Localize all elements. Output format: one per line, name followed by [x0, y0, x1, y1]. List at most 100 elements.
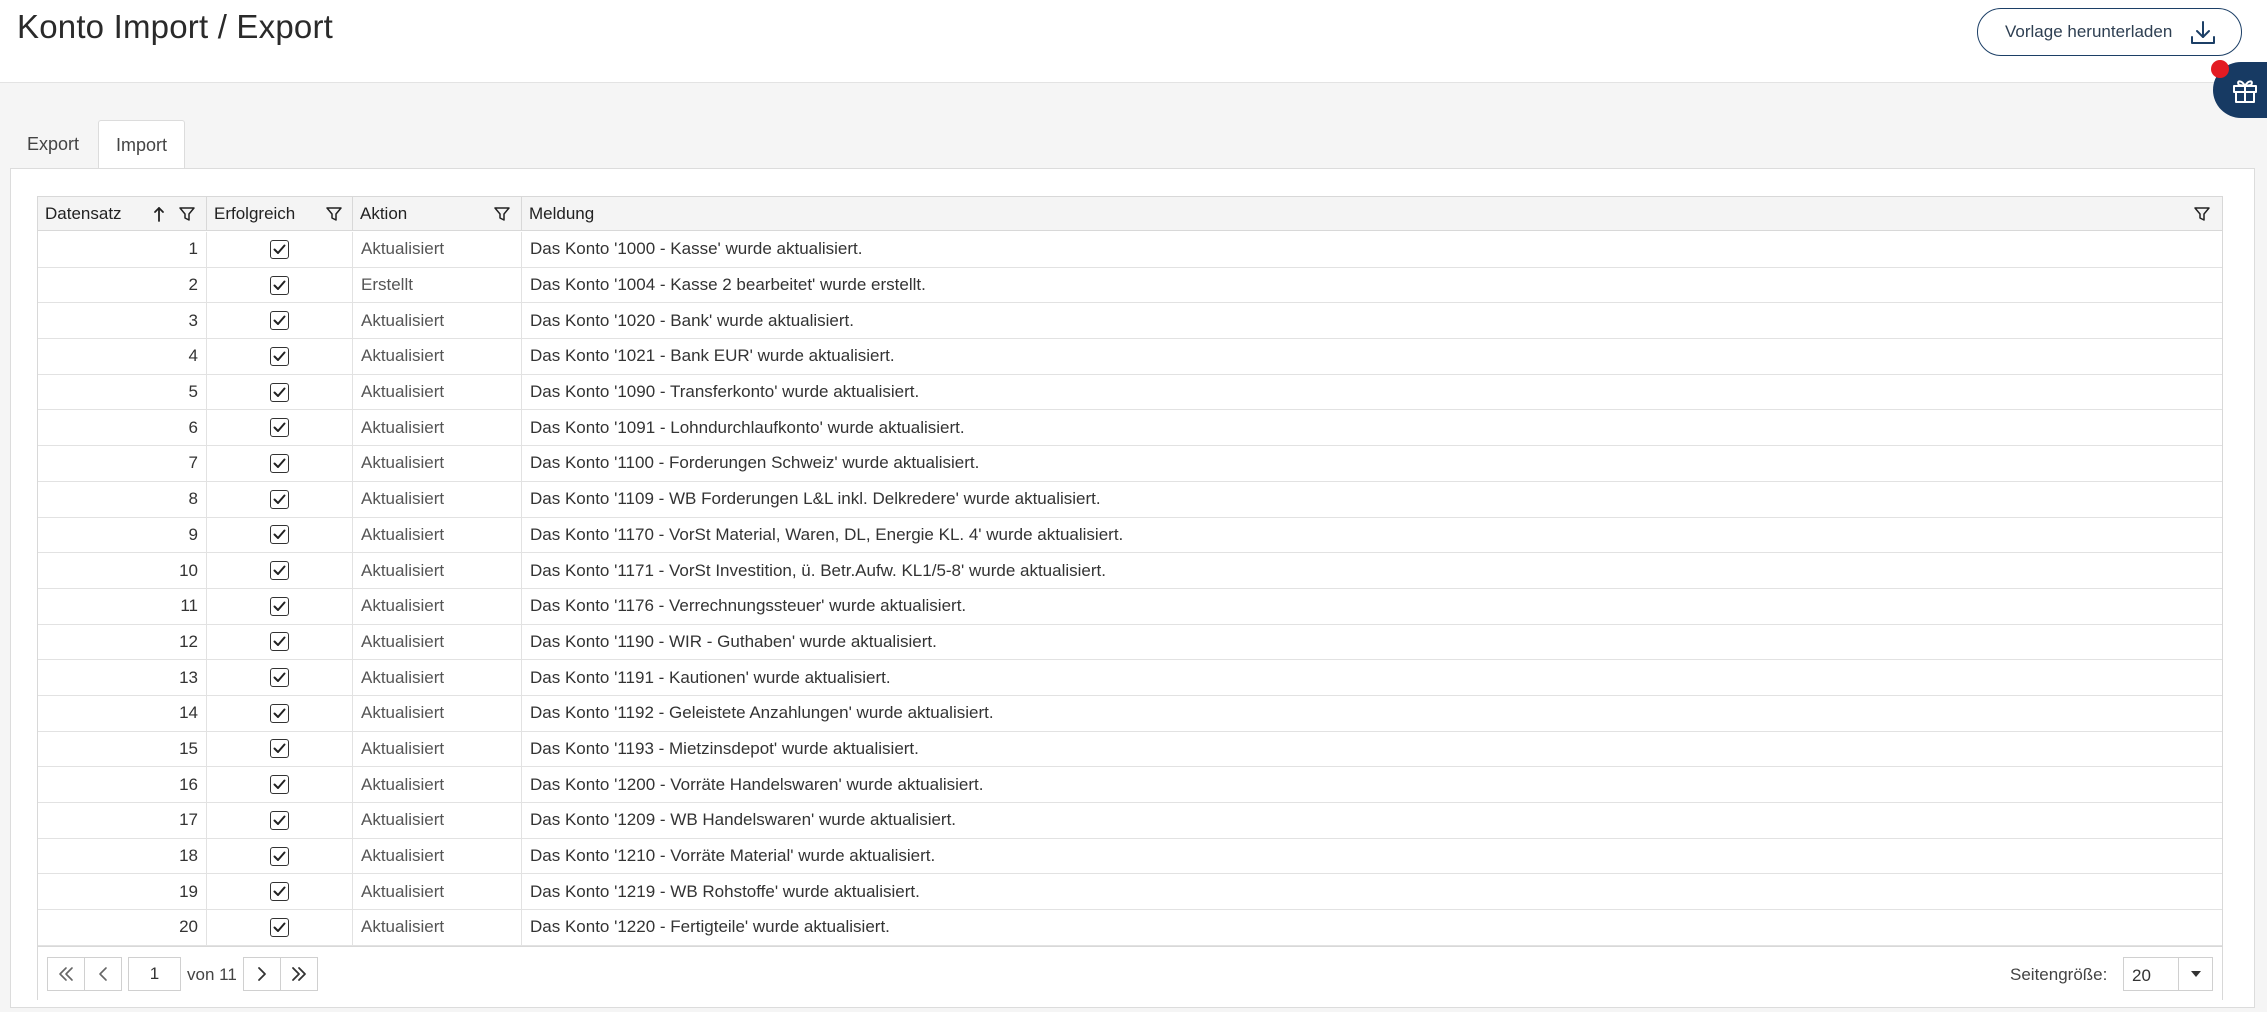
success-checkbox[interactable] [270, 739, 289, 759]
meldung-cell: Das Konto '1219 - WB Rohstoffe' wurde ak… [530, 881, 920, 901]
aktion-cell: Aktualisiert [353, 874, 522, 910]
success-checkbox[interactable] [270, 346, 289, 366]
checkmark-icon [273, 779, 286, 790]
erfolgreich-cell [207, 374, 353, 410]
table-row[interactable]: 4 Aktualisiert Das Konto '1021 - Bank EUR'… [38, 339, 2222, 375]
datensatz-cell: 2 [38, 267, 207, 303]
table-row[interactable]: 13 Aktualisiert Das Konto '1191 - Kautione… [38, 660, 2222, 696]
page-size-dropdown-toggle[interactable] [2178, 958, 2212, 990]
aktion-cell: Aktualisiert [353, 481, 522, 517]
download-template-button[interactable]: Vorlage herunterladen [1977, 8, 2242, 56]
filter-icon[interactable] [2193, 205, 2211, 223]
table-row[interactable]: 18 Aktualisiert Das Konto '1210 - Vorräte … [38, 838, 2222, 875]
table-row[interactable]: 17 Aktualisiert Das Konto '1209 - WB Hande… [38, 803, 2222, 839]
table-row[interactable]: 8 Aktualisiert Das Konto '1109 - WB Forder… [38, 481, 2222, 518]
table-row[interactable]: 14 Aktualisiert Das Konto '1192 - Geleiste… [38, 695, 2222, 732]
success-checkbox[interactable] [270, 596, 289, 616]
table-row[interactable]: 15 Aktualisiert Das Konto '1193 - Mietzins… [38, 731, 2222, 768]
page-number-input[interactable] [128, 957, 181, 991]
last-page-button[interactable] [280, 957, 318, 991]
aktion-cell: Aktualisiert [353, 446, 522, 481]
page-header: Konto Import / Export Vorlage herunterla… [0, 0, 2267, 83]
table-row[interactable]: 19 Aktualisiert Das Konto '1219 - WB Rohst… [38, 874, 2222, 911]
table-row[interactable]: 12 Aktualisiert Das Konto '1190 - WIR - Gu… [38, 624, 2222, 661]
filter-icon[interactable] [325, 205, 343, 223]
success-checkbox[interactable] [270, 882, 289, 902]
meldung-cell: Das Konto '1171 - VorSt Investition, ü. … [530, 560, 1106, 580]
table-row[interactable]: 11 Aktualisiert Das Konto '1176 - Verrechn… [38, 588, 2222, 625]
erfolgreich-cell [207, 232, 353, 267]
column-header-erfolgreich[interactable]: Erfolgreich [207, 197, 353, 231]
filter-icon[interactable] [493, 205, 511, 223]
table-row[interactable]: 7 Aktualisiert Das Konto '1100 - Forderung… [38, 446, 2222, 482]
success-checkbox[interactable] [270, 275, 289, 295]
success-checkbox[interactable] [270, 668, 289, 688]
success-checkbox[interactable] [270, 239, 289, 259]
success-checkbox[interactable] [270, 418, 289, 438]
meldung-cell: Das Konto '1170 - VorSt Material, Waren,… [530, 524, 1124, 544]
import-results-grid: Datensatz Erfolgreich Aktion Meldung 1 A… [37, 196, 2223, 1000]
tab-export[interactable]: Export [10, 120, 96, 169]
erfolgreich-cell [207, 339, 353, 374]
table-row[interactable]: 16 Aktualisiert Das Konto '1200 - Vorräte … [38, 767, 2222, 803]
success-checkbox[interactable] [270, 489, 289, 509]
first-page-button[interactable] [47, 957, 85, 991]
table-row[interactable]: 5 Aktualisiert Das Konto '1090 - Transferk… [38, 374, 2222, 411]
erfolgreich-cell [207, 874, 353, 910]
double-chevron-right-icon [292, 967, 306, 981]
checkmark-icon [273, 851, 286, 861]
table-row[interactable]: 2 Erstellt Das Konto '1004 - Kasse 2 bearb… [38, 267, 2222, 304]
success-checkbox[interactable] [270, 846, 289, 866]
filter-icon[interactable] [178, 205, 196, 223]
meldung-cell: Das Konto '1100 - Forderungen Schweiz' w… [530, 453, 980, 473]
success-checkbox[interactable] [270, 525, 289, 545]
erfolgreich-cell [207, 910, 353, 945]
table-row[interactable]: 10 Aktualisiert Das Konto '1171 - VorSt In… [38, 553, 2222, 589]
tab-bar: Export Import [10, 120, 186, 169]
table-row[interactable]: 6 Aktualisiert Das Konto '1091 - Lohndurch… [38, 410, 2222, 447]
chevron-right-icon [258, 967, 266, 981]
success-checkbox[interactable] [270, 632, 289, 652]
tab-import[interactable]: Import [98, 120, 186, 169]
aktion-cell: Erstellt [353, 267, 522, 303]
next-page-button[interactable] [243, 957, 281, 991]
previous-page-button[interactable] [84, 957, 122, 991]
table-row[interactable]: 9 Aktualisiert Das Konto '1170 - VorSt Mat… [38, 517, 2222, 554]
aktion-cell: Aktualisiert [353, 624, 522, 660]
chevron-left-icon [99, 967, 107, 981]
erfolgreich-cell [207, 660, 353, 695]
checkmark-icon [273, 886, 286, 897]
erfolgreich-cell [207, 553, 353, 588]
column-header-aktion[interactable]: Aktion [353, 197, 522, 231]
success-checkbox[interactable] [270, 703, 289, 723]
meldung-cell: Das Konto '1109 - WB Forderungen L&L ink… [530, 489, 1101, 509]
checkmark-icon [273, 565, 286, 576]
datensatz-cell: 4 [38, 339, 207, 374]
page-size-value: 20 [2132, 966, 2151, 985]
meldung-cell: Das Konto '1176 - Verrechnungssteuer' wu… [530, 596, 967, 616]
datensatz-cell: 19 [38, 874, 207, 910]
double-chevron-left-icon [59, 967, 73, 981]
pager: von 11 Seitengröße: 20 [38, 946, 2222, 1000]
table-row[interactable]: 1 Aktualisiert Das Konto '1000 - Kasse' wu… [38, 232, 2222, 268]
success-checkbox[interactable] [270, 382, 289, 402]
column-header-meldung[interactable]: Meldung [522, 197, 2222, 231]
success-checkbox[interactable] [270, 775, 289, 795]
datensatz-cell: 17 [38, 803, 207, 838]
sort-ascending-icon[interactable] [152, 205, 166, 223]
success-checkbox[interactable] [270, 311, 289, 331]
success-checkbox[interactable] [270, 810, 289, 830]
table-row[interactable]: 3 Aktualisiert Das Konto '1020 - Bank' wur… [38, 303, 2222, 340]
aktion-cell: Aktualisiert [353, 232, 522, 267]
erfolgreich-cell [207, 838, 353, 874]
success-checkbox[interactable] [270, 917, 289, 937]
meldung-cell: Das Konto '1020 - Bank' wurde aktualisie… [530, 310, 854, 330]
success-checkbox[interactable] [270, 453, 289, 473]
aktion-cell: Aktualisiert [353, 588, 522, 624]
column-header-datensatz[interactable]: Datensatz [38, 197, 207, 231]
page-size-select[interactable]: 20 [2123, 957, 2213, 991]
meldung-cell: Das Konto '1193 - Mietzinsdepot' wurde a… [530, 738, 919, 758]
table-row[interactable]: 20 Aktualisiert Das Konto '1220 - Fertigte… [38, 910, 2222, 946]
success-checkbox[interactable] [270, 561, 289, 581]
datensatz-cell: 6 [38, 410, 207, 446]
